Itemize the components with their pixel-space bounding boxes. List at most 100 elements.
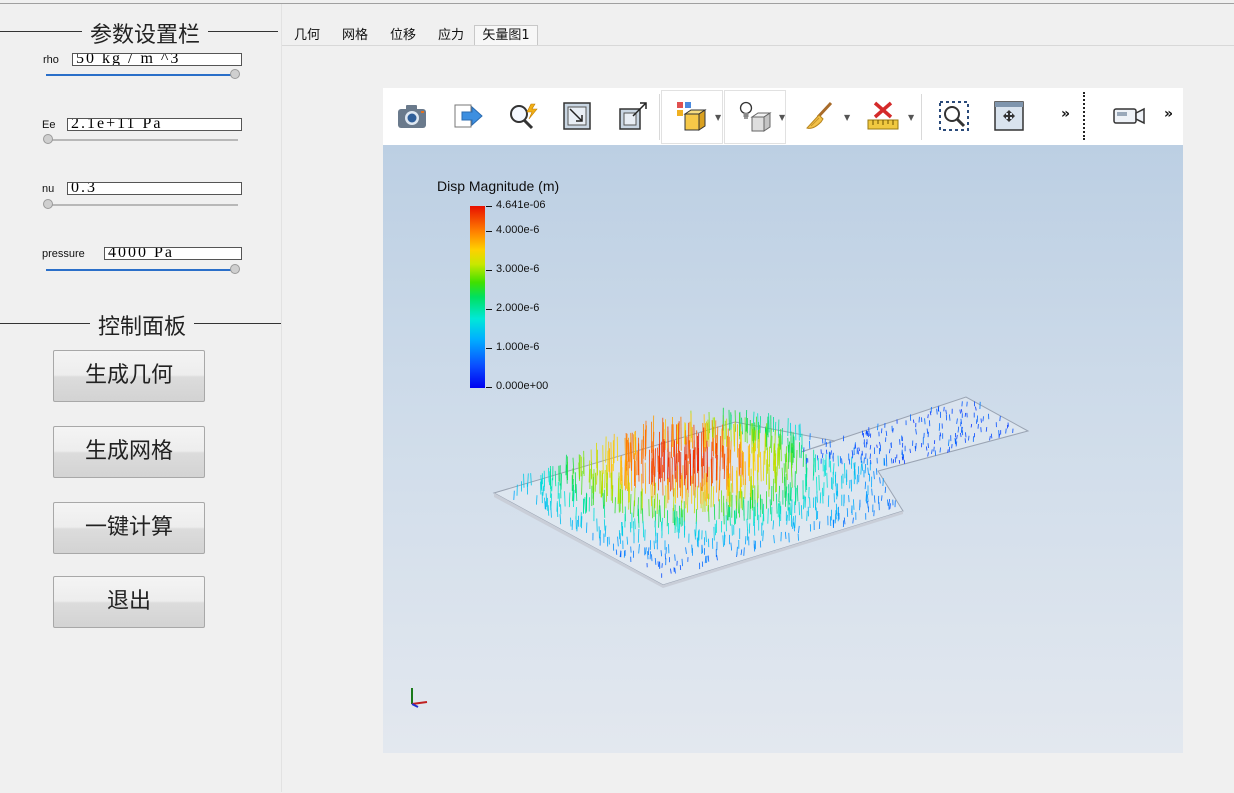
vector-arrow bbox=[630, 442, 631, 468]
video-camera-icon[interactable] bbox=[1109, 96, 1149, 136]
rho-slider[interactable] bbox=[46, 74, 238, 76]
param-label-pressure: pressure bbox=[42, 248, 85, 260]
control-title: 控制面板 bbox=[90, 309, 194, 341]
tab-displacement[interactable]: 位移 bbox=[382, 26, 424, 45]
pressure-value: 4000 Pa bbox=[108, 247, 174, 260]
render-view[interactable]: Disp Magnitude (m) 4.641e-06 4.000e-6 3.… bbox=[383, 145, 1183, 753]
vector-arrow bbox=[747, 530, 748, 541]
vector-arrow bbox=[865, 482, 866, 490]
vector-arrow bbox=[742, 491, 743, 510]
vector-arrow bbox=[635, 432, 636, 455]
nu-input[interactable]: 0.3 bbox=[67, 182, 242, 195]
vector-arrow bbox=[847, 508, 848, 517]
rho-slider-handle[interactable] bbox=[230, 69, 240, 79]
legend-tick-label: 3.000e-6 bbox=[496, 263, 539, 275]
vector-arrow bbox=[657, 494, 658, 515]
vector-arrow bbox=[688, 423, 689, 459]
vector-arrow bbox=[849, 495, 850, 502]
chevron-down-icon[interactable]: ▼ bbox=[715, 113, 721, 122]
vector-arrow bbox=[581, 512, 582, 527]
vector-arrow bbox=[928, 414, 929, 418]
view-fit-icon[interactable] bbox=[557, 96, 597, 136]
vector-arrow bbox=[872, 489, 873, 496]
vector-arrow bbox=[744, 547, 745, 556]
pressure-input[interactable]: 4000 Pa bbox=[104, 247, 242, 260]
tab-vector-plot[interactable]: 矢量图1 bbox=[474, 25, 538, 45]
vector-arrow bbox=[835, 514, 836, 524]
legend-tick bbox=[486, 231, 492, 232]
vector-arrow bbox=[605, 470, 606, 488]
vector-arrow bbox=[817, 477, 818, 493]
zoom-box-icon[interactable] bbox=[934, 96, 974, 136]
probe-icon[interactable] bbox=[503, 96, 543, 136]
exit-button[interactable]: 退出 bbox=[53, 576, 205, 628]
tab-geometry[interactable]: 几何 bbox=[286, 26, 328, 45]
camera-icon[interactable] bbox=[392, 96, 432, 136]
ee-slider-handle[interactable] bbox=[43, 134, 53, 144]
vector-arrow bbox=[965, 413, 966, 417]
lighting-icon[interactable] bbox=[724, 90, 786, 144]
tab-mesh[interactable]: 网格 bbox=[334, 26, 376, 45]
tab-stress[interactable]: 应力 bbox=[430, 26, 472, 45]
ee-input[interactable]: 2.1e+11 Pa bbox=[67, 118, 242, 131]
export-icon[interactable] bbox=[448, 96, 488, 136]
left-panel: 参数设置栏 rho 50 kg / m ^3 Ee 2.1e+11 Pa nu … bbox=[0, 4, 282, 792]
vector-arrow bbox=[976, 419, 977, 424]
more-chevron-icon[interactable]: » bbox=[1164, 106, 1173, 122]
vector-arrow bbox=[514, 491, 515, 500]
vector-arrow bbox=[658, 561, 659, 567]
more-chevron-icon[interactable]: » bbox=[1061, 106, 1070, 122]
vector-arrow bbox=[736, 471, 737, 501]
compute-button[interactable]: 一键计算 bbox=[53, 502, 205, 554]
vector-arrow bbox=[938, 406, 939, 411]
view-expand-icon[interactable] bbox=[613, 96, 653, 136]
vector-arrow bbox=[836, 504, 837, 515]
measure-ruler-icon[interactable] bbox=[863, 96, 903, 136]
vector-arrow bbox=[854, 499, 855, 510]
vector-arrow bbox=[731, 483, 732, 506]
vector-arrow bbox=[928, 443, 929, 448]
vector-arrow bbox=[754, 522, 755, 535]
vector-arrow bbox=[805, 474, 806, 493]
vector-arrow bbox=[937, 409, 938, 415]
legend-tick bbox=[486, 309, 492, 310]
vector-arrow bbox=[714, 504, 715, 520]
generate-geometry-button[interactable]: 生成几何 bbox=[53, 350, 205, 402]
vector-arrow bbox=[630, 522, 631, 532]
chevron-down-icon[interactable]: ▼ bbox=[908, 113, 914, 122]
toolbar-separator bbox=[921, 94, 922, 140]
vector-arrow bbox=[663, 465, 664, 496]
vector-arrow bbox=[791, 488, 792, 502]
vector-arrow bbox=[915, 446, 916, 451]
legend-tick-label: 4.000e-6 bbox=[496, 224, 539, 236]
reset-view-icon[interactable] bbox=[989, 96, 1029, 136]
pressure-slider-handle[interactable] bbox=[230, 264, 240, 274]
vector-arrow bbox=[882, 495, 883, 501]
vector-arrow bbox=[867, 431, 868, 435]
rho-input[interactable]: 50 kg / m ^3 bbox=[72, 53, 242, 66]
pressure-slider[interactable] bbox=[46, 269, 238, 271]
clear-brush-icon[interactable] bbox=[799, 96, 839, 136]
vector-arrow bbox=[749, 523, 750, 533]
nu-slider[interactable] bbox=[46, 204, 238, 206]
vector-arrow bbox=[758, 413, 759, 430]
nu-slider-handle[interactable] bbox=[43, 199, 53, 209]
chevron-down-icon[interactable]: ▼ bbox=[779, 113, 785, 122]
ee-slider[interactable] bbox=[46, 139, 238, 141]
vector-arrow bbox=[655, 448, 656, 476]
vector-arrow bbox=[939, 423, 940, 431]
vector-arrow bbox=[732, 466, 733, 493]
generate-mesh-button[interactable]: 生成网格 bbox=[53, 426, 205, 478]
vector-arrow bbox=[698, 531, 699, 543]
vector-arrow bbox=[740, 442, 741, 468]
vector-arrow bbox=[823, 488, 824, 504]
vector-arrow bbox=[760, 416, 761, 433]
param-label-nu: nu bbox=[42, 183, 54, 195]
chevron-down-icon[interactable]: ▼ bbox=[844, 113, 850, 122]
vector-arrow bbox=[955, 438, 956, 444]
vector-arrow bbox=[537, 495, 538, 504]
representation-icon[interactable] bbox=[661, 90, 723, 144]
vector-arrow bbox=[890, 503, 891, 509]
legend-tick bbox=[486, 387, 492, 388]
vector-arrow bbox=[772, 436, 773, 453]
